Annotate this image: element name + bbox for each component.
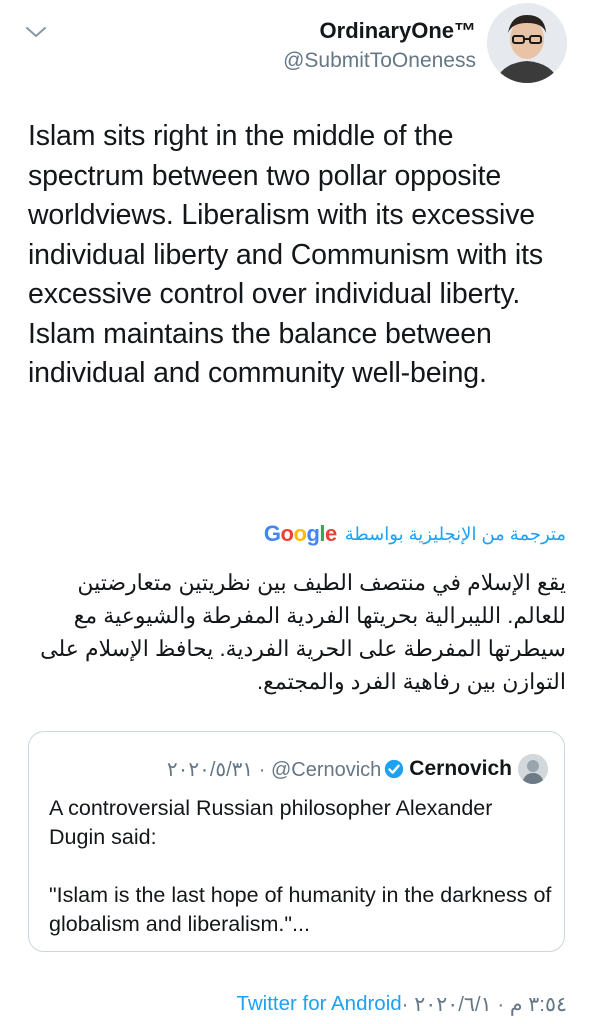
google-logo: Google (264, 521, 337, 547)
verified-badge-icon (385, 759, 404, 779)
tweet-text: Islam sits right in the middle of the sp… (28, 120, 543, 389)
google-logo-g2: g (306, 521, 320, 546)
quoted-line-1: A controversial Russian philosopher Alex… (49, 796, 493, 849)
timestamp: · ٣:٥٤ م · ٢٠٢٠/٦/١ (401, 992, 567, 1016)
quoted-tweet-header: ٢٠٢٠/٥/٣١ · @Cernovich Cernovich (167, 754, 548, 784)
tweet-header: OrdinaryOne™ @SubmitToOneness (0, 0, 594, 90)
display-name[interactable]: OrdinaryOne™ (283, 17, 476, 45)
avatar-image (487, 3, 567, 83)
translation-label[interactable]: مترجمة من الإنجليزية بواسطة (345, 524, 566, 545)
quoted-line-gap (49, 852, 554, 881)
user-block[interactable]: OrdinaryOne™ @SubmitToOneness (283, 17, 476, 75)
translated-text: يقع الإسلام في منتصف الطيف بين نظريتين م… (40, 570, 566, 694)
avatar[interactable] (487, 3, 567, 83)
google-logo-o1: o (280, 521, 294, 546)
user-handle[interactable]: @SubmitToOneness (283, 47, 476, 75)
google-logo-e: e (325, 521, 337, 546)
quoted-tweet-text: A controversial Russian philosopher Alex… (49, 794, 554, 939)
google-logo-o2: o (293, 521, 307, 546)
quoted-tweet-meta: ٢٠٢٠/٥/٣١ · @Cernovich (166, 758, 382, 781)
google-logo-g1: G (263, 521, 281, 546)
quoted-avatar-image (518, 754, 548, 784)
source-link[interactable]: Twitter for Android (236, 992, 401, 1016)
translation-attribution[interactable]: Google مترجمة من الإنجليزية بواسطة (264, 518, 566, 550)
quoted-display-name: Cernovich (409, 757, 512, 780)
quoted-line-2: "Islam is the last hope of humanity in t… (49, 883, 552, 936)
tweet-footer: Twitter for Android · ٣:٥٤ م · ٢٠٢٠/٦/١ (236, 989, 567, 1019)
quoted-tweet-card[interactable]: ٢٠٢٠/٥/٣١ · @Cernovich Cernovich A contr… (28, 731, 565, 952)
quoted-avatar (518, 754, 548, 784)
chevron-down-icon[interactable] (24, 24, 48, 40)
